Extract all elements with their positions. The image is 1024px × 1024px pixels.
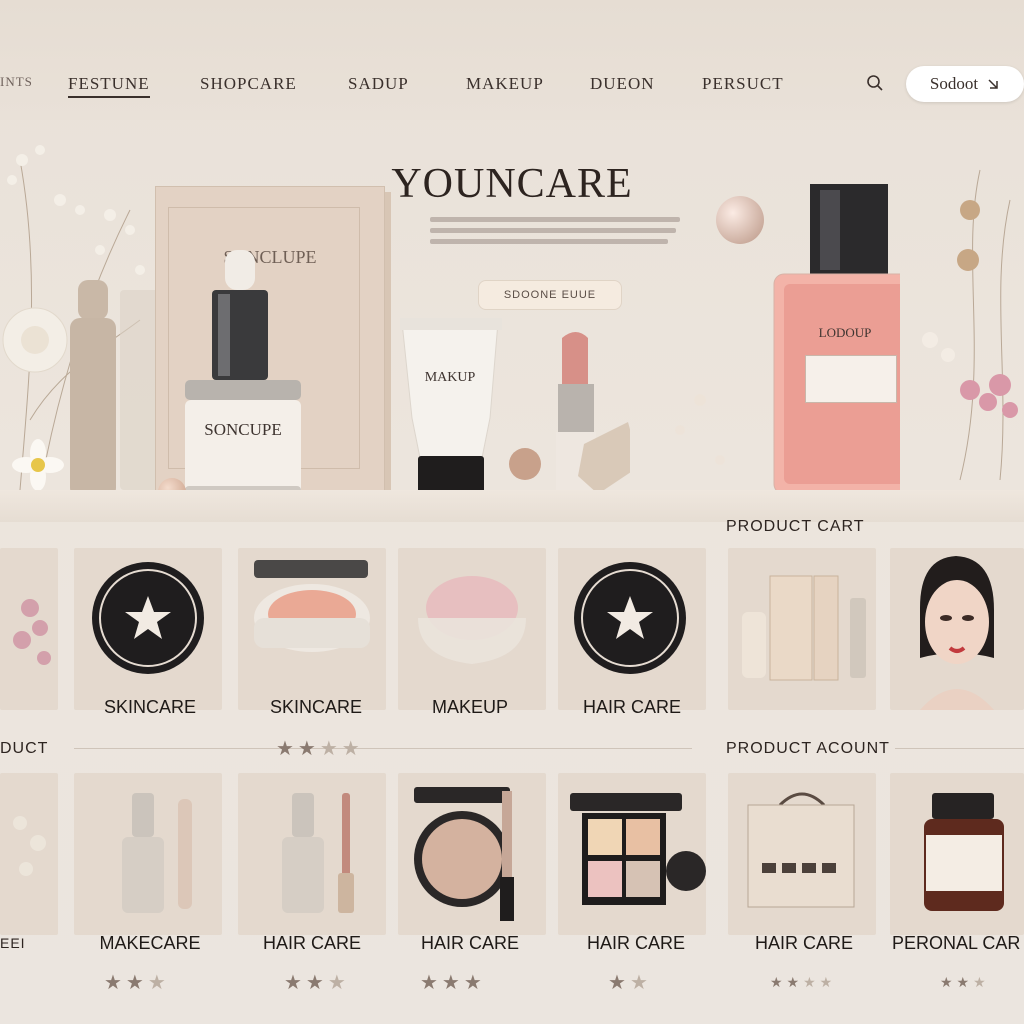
- tile-label: HAIR CARE: [754, 933, 853, 953]
- perfume-label: LODOUP: [818, 325, 872, 340]
- tube-label: MAKUP: [424, 370, 476, 385]
- rating-stars: ★★★: [284, 972, 350, 994]
- select-label: Sodoot: [929, 74, 979, 93]
- tile-label-stub: EEI: [0, 935, 26, 951]
- product-tile[interactable]: [74, 548, 222, 710]
- serum-jar-illustration: [185, 250, 301, 500]
- product-tile[interactable]: [238, 548, 386, 710]
- product-tile[interactable]: [890, 773, 1024, 935]
- select-button[interactable]: Sodoot: [906, 66, 1024, 102]
- perfume-tag: [805, 355, 897, 403]
- product-tile[interactable]: [558, 773, 706, 935]
- shelf: [0, 490, 1024, 522]
- tile-label: PERONAL CAR: [892, 933, 1021, 953]
- product-tile-partial[interactable]: [0, 548, 58, 710]
- top-nav: Ints Festune Shopcare Sadup Makeup Dueon…: [0, 0, 1024, 120]
- hero-description: [430, 212, 680, 250]
- lipstick-illustration: [509, 332, 630, 494]
- rating-stars: ★★★: [104, 972, 170, 994]
- nav-item-makeup[interactable]: Makeup: [466, 74, 544, 94]
- tile-label: HAIR CARE: [582, 697, 681, 717]
- section-stub-left: DUCT: [0, 740, 49, 757]
- hero-banner: SONCLUPE SONCUPE YOUNCARE Sdoone Euue MA…: [0, 120, 1024, 522]
- product-tile[interactable]: [398, 773, 546, 935]
- product-tile[interactable]: [398, 548, 546, 710]
- tube-illustration: [400, 318, 502, 496]
- nav-item-persuct[interactable]: Persuct: [702, 74, 784, 94]
- tile-label: HAIR CARE: [420, 933, 519, 953]
- jar-label: SONCUPE: [204, 420, 282, 439]
- tile-label: HAIR CARE: [262, 933, 361, 953]
- product-tile[interactable]: [74, 773, 222, 935]
- nav-item-festune[interactable]: Festune: [68, 74, 150, 98]
- divider-right: [895, 748, 1024, 749]
- nav-item-dueon[interactable]: Dueon: [590, 74, 655, 94]
- product-tile[interactable]: [728, 548, 876, 710]
- tile-label: SKINCARE: [103, 697, 197, 717]
- product-tile[interactable]: [558, 548, 706, 710]
- rating-stars: ★★★★: [276, 738, 364, 760]
- model-portrait[interactable]: [890, 548, 1024, 710]
- tile-label: SKINCARE: [269, 697, 363, 717]
- section-product-acount: PRODUCT ACOUNT: [726, 740, 890, 757]
- search-icon[interactable]: [866, 74, 884, 92]
- tile-label: HAIR CARE: [586, 933, 685, 953]
- section-product-cart: PRODUCT CART: [726, 518, 865, 535]
- tile-label: MAKECARE: [99, 933, 201, 953]
- rating-stars: ★★: [608, 972, 652, 994]
- rating-stars: ★★★: [940, 974, 990, 990]
- nav-stub[interactable]: Ints: [0, 74, 33, 90]
- product-tile-partial[interactable]: [0, 773, 58, 935]
- tile-label: MAKEUP: [431, 697, 509, 717]
- nav-item-shopcare[interactable]: Shopcare: [200, 74, 297, 94]
- divider: [74, 748, 692, 749]
- rating-stars: ★★★: [420, 972, 486, 994]
- perfume-bottle-illustration: [675, 184, 900, 495]
- product-tile[interactable]: [728, 773, 876, 935]
- hero-cta-button[interactable]: Sdoone Euue: [478, 280, 622, 310]
- arrow-icon: [988, 79, 998, 89]
- flowers-right-illustration: [922, 169, 1018, 481]
- rating-stars: ★★★★: [770, 974, 837, 990]
- nav-item-sadup[interactable]: Sadup: [348, 74, 409, 94]
- product-tile[interactable]: [238, 773, 386, 935]
